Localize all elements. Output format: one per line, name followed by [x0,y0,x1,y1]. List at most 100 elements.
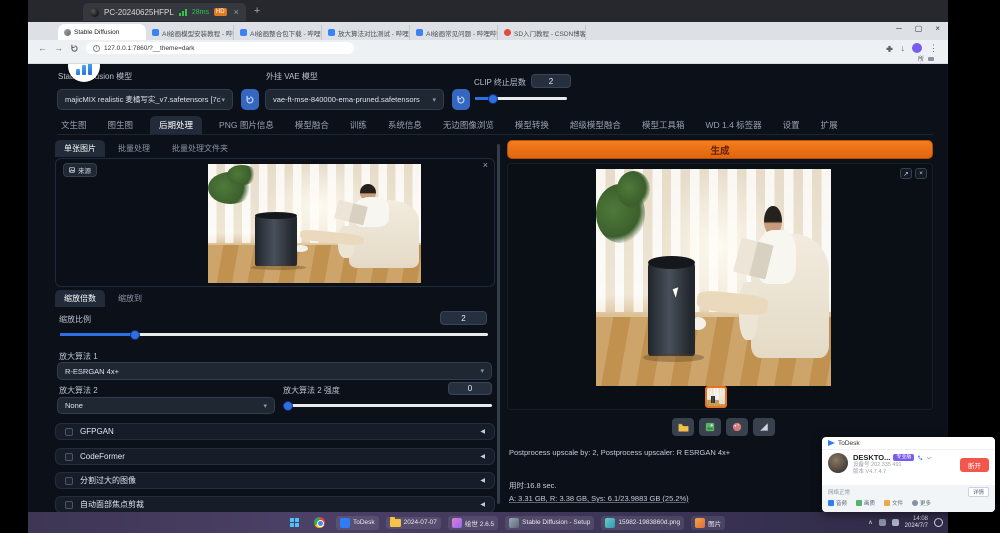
new-session-button[interactable]: + [254,5,260,17]
tray-icon[interactable] [879,519,886,526]
save-image-button[interactable] [699,418,721,436]
refresh-vae-button[interactable] [452,89,470,110]
taskbar-sd-setup[interactable]: Stable Diffusion - Setup [505,516,594,530]
scrollbar[interactable] [497,144,500,504]
subtab-batch-process[interactable]: 批量处理 [109,140,159,157]
tab-super-merger[interactable]: 超级模型融合 [566,116,625,134]
refresh-page-icon[interactable] [70,44,79,53]
fullscreen-icon[interactable]: ↗ [900,168,912,179]
all-bookmarks-button[interactable]: 所有书签 [928,56,936,64]
close-session-icon[interactable]: × [234,7,239,17]
generated-image[interactable] [596,169,831,386]
gfpgan-checkbox[interactable] [65,428,73,436]
notification-bell-icon[interactable] [934,518,943,527]
browser-tab[interactable]: SD入门教程 - CSDN博客 [498,25,586,40]
tab-scale-to[interactable]: 缩放到 [109,290,151,307]
taskbar-png-file[interactable]: 15982-1983860d.png [601,516,684,530]
accordion-split-oversize[interactable]: 分割过大的图像 ◀ [55,472,495,489]
clear-image-button[interactable]: × [483,160,488,170]
taskbar-huishi-launcher[interactable]: 绘世 2.6.5 [448,516,498,530]
browser-tab[interactable]: AI绘画整合包下载 - 哔哩哔哩 [234,25,322,40]
upscaler2-strength-slider[interactable] [283,404,492,407]
generate-button[interactable]: 生成 [507,140,933,159]
tab-txt2img[interactable]: 文生图 [57,116,91,134]
subtab-batch-folder[interactable]: 批量处理文件夹 [163,140,237,157]
chevron-down-icon[interactable] [926,455,932,461]
clip-skip-value[interactable]: 2 [531,74,571,88]
taskbar-folder[interactable]: 2024-07-07 [386,517,441,529]
extensions-icon[interactable] [885,44,894,53]
quick-audio[interactable]: 音频 [828,499,847,507]
device-name: DESKTO... [853,453,890,462]
send-to-inpaint-button[interactable] [726,418,748,436]
todesk-session-tab[interactable]: PC-20240625HFPL 28ms HD × [83,3,246,21]
browser-tab[interactable]: 放大算法对比测试 - 哔哩哔哩 [322,25,410,40]
window-minimize-button[interactable]: ─ [896,24,902,33]
tray-icon[interactable] [892,519,899,526]
address-bar[interactable]: i 127.0.0.1:7860/?__theme=dark [86,42,354,54]
upscaler2-strength-value[interactable]: 0 [448,382,492,395]
scale-ratio-slider[interactable] [60,333,488,336]
call-icon[interactable] [917,455,923,461]
tab-model-converter[interactable]: 模型转换 [511,116,553,134]
sd-model-dropdown[interactable]: majicMIX realistic 麦橘写实_v7.safetensors [… [57,89,233,110]
forward-button[interactable]: → [54,43,63,53]
tab-train[interactable]: 训练 [346,116,371,134]
clip-skip-slider[interactable] [475,97,567,100]
tab-settings[interactable]: 设置 [779,116,804,134]
tray-expand-icon[interactable]: ∧ [868,519,872,526]
taskbar-photos[interactable]: 图片 [691,516,725,530]
accordion-gfpgan[interactable]: GFPGAN ◀ [55,423,495,440]
source-image-dropzone[interactable]: 来源 × [55,158,495,287]
tab-extras[interactable]: 后期处理 [150,116,202,134]
upscaler2-dropdown[interactable]: None▾ [57,397,275,414]
scale-ratio-value[interactable]: 2 [440,311,487,325]
profile-avatar[interactable] [912,43,922,53]
browser-tab-active[interactable]: Stable Diffusion [58,24,146,40]
tab-model-toolkit[interactable]: 模型工具箱 [638,116,689,134]
todesk-popup-header[interactable]: ToDesk [822,437,995,450]
quick-quality[interactable]: 画质 [856,499,875,507]
accordion-auto-face-crop[interactable]: 自动面部焦点剪裁 ◀ [55,496,495,512]
upscaler1-dropdown[interactable]: R-ESRGAN 4x+▾ [57,362,492,380]
tab-wd14-tagger[interactable]: WD 1.4 标签器 [701,116,765,134]
tab-infinite-browser[interactable]: 无边图像浏览 [439,116,498,134]
close-preview-icon[interactable]: × [915,168,927,179]
codeformer-checkbox[interactable] [65,453,73,461]
browser-tab[interactable]: AI绘画常见问题 - 哔哩哔哩 [410,25,498,40]
quick-more[interactable]: 更多 [912,499,931,507]
tab-checkpoint-merger[interactable]: 模型融合 [291,116,333,134]
taskbar-chrome[interactable] [310,515,329,530]
disconnect-button[interactable]: 断开 [960,458,989,472]
downloads-icon[interactable]: ↓ [901,43,906,53]
slider-knob[interactable] [283,401,293,411]
auto-face-crop-checkbox[interactable] [65,501,73,509]
start-button[interactable] [286,516,303,529]
refresh-models-button[interactable] [241,89,259,110]
tab-system-info[interactable]: 系统信息 [384,116,426,134]
tab-scale-by[interactable]: 缩放倍数 [55,290,105,307]
open-folder-button[interactable] [672,418,694,436]
details-button[interactable]: 详情 [968,487,989,497]
window-close-button[interactable]: × [935,24,940,33]
subtab-single-image[interactable]: 单张图片 [55,140,105,157]
browser-tab[interactable]: AI绘画模型安装教程 - 哔哩哔哩 [146,25,234,40]
taskbar-clock[interactable]: 14:08 2024/7/7 [905,516,928,530]
browser-menu-icon[interactable]: ⋮ [929,43,938,54]
vae-dropdown[interactable]: vae-ft-mse-840000-ema-pruned.safetensors… [265,89,444,110]
window-maximize-button[interactable]: ▢ [915,24,923,33]
slider-knob[interactable] [488,94,498,104]
slider-knob[interactable] [130,330,140,340]
split-oversize-checkbox[interactable] [65,477,73,485]
extras-subtabs: 单张图片 批量处理 批量处理文件夹 [55,140,237,157]
tab-extensions[interactable]: 扩展 [817,116,842,134]
taskbar-todesk[interactable]: ToDesk [336,516,379,530]
gallery-thumbnail[interactable] [705,386,727,408]
accordion-codeformer[interactable]: CodeFormer ◀ [55,448,495,465]
back-button[interactable]: ← [38,43,47,53]
send-to-extras-button[interactable] [753,418,775,436]
tab-png-info[interactable]: PNG 图片信息 [215,116,278,134]
quick-files[interactable]: 文件 [884,499,903,507]
site-info-icon[interactable]: i [93,45,100,52]
tab-img2img[interactable]: 图生图 [104,116,138,134]
